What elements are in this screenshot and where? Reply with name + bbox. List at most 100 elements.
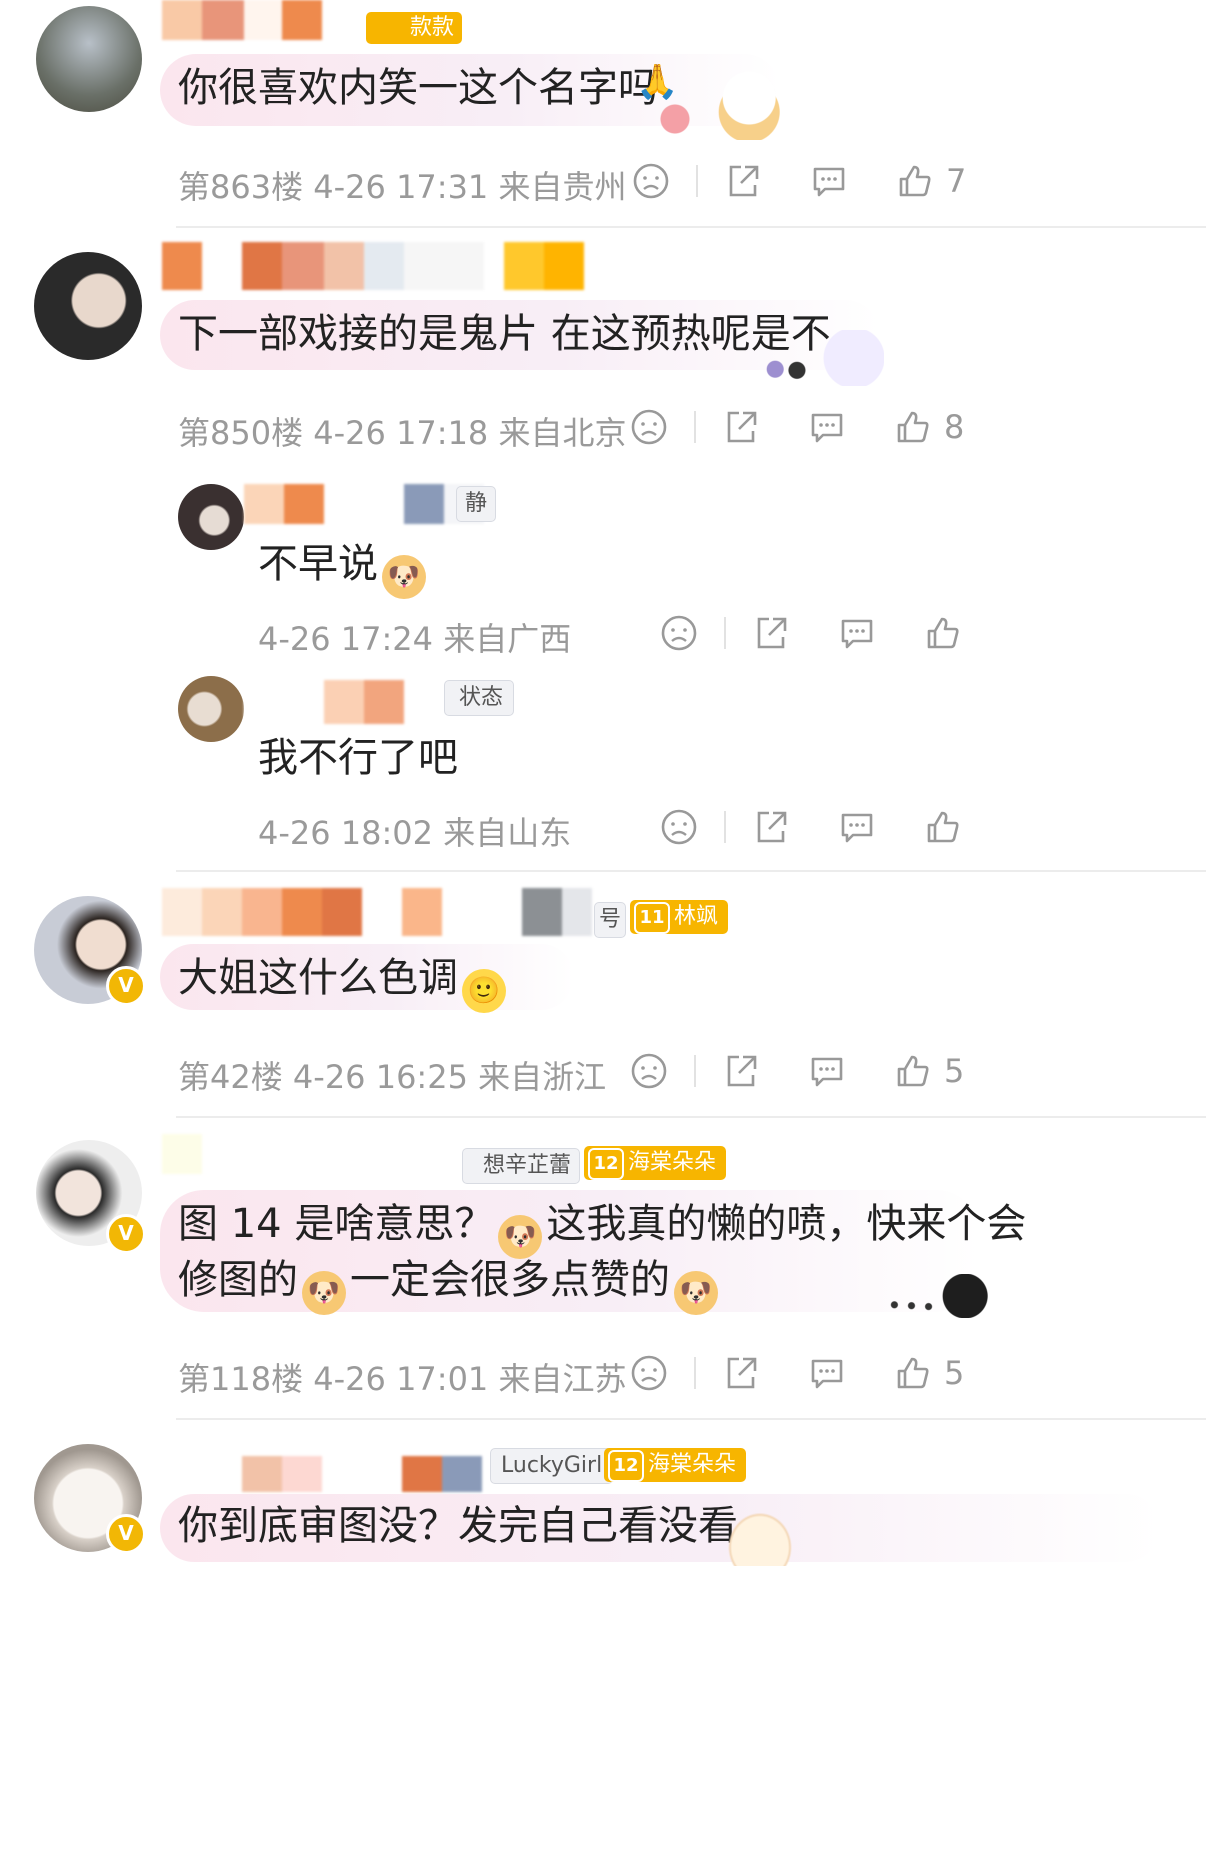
- like-count: 5: [944, 1354, 965, 1392]
- comment-icon[interactable]: [806, 158, 852, 204]
- comment-text-part: 修图的: [178, 1257, 298, 1303]
- username-blurred[interactable]: [162, 1134, 462, 1174]
- user-tag: 想辛芷蕾: [462, 1148, 581, 1184]
- username-blurred[interactable]: [244, 484, 484, 524]
- comment-text: 你到底审图没？发完自己看没看: [178, 1503, 738, 1549]
- dislike-icon[interactable]: [628, 158, 674, 204]
- timestamp: 4-26 17:31: [313, 168, 489, 206]
- reply-meta: 4-26 18:02 来自山东: [258, 808, 571, 854]
- user-tag: LuckyGirl: [490, 1448, 614, 1484]
- timestamp: 4-26 18:02: [258, 814, 434, 852]
- floor-number: 第863楼: [178, 168, 304, 206]
- reply-meta: 4-26 17:24 来自广西: [258, 614, 571, 660]
- floor-number: 第42楼: [178, 1058, 283, 1096]
- user-tag: 静: [456, 486, 497, 522]
- comment-actions: 7: [628, 158, 966, 204]
- comment-meta: 第42楼 4-26 16:25 来自浙江: [178, 1052, 606, 1098]
- fan-level-badge: 12 海棠朵朵: [584, 1146, 727, 1180]
- share-icon[interactable]: [718, 404, 764, 450]
- share-icon[interactable]: [718, 1350, 764, 1396]
- reply-text: 我不行了吧: [258, 735, 458, 781]
- comment-icon[interactable]: [804, 1048, 850, 1094]
- divider: [694, 1357, 696, 1389]
- verified-badge-icon: V: [106, 1514, 146, 1554]
- comment-text: 你很喜欢内笑一这个名字吗: [178, 65, 658, 111]
- share-icon[interactable]: [748, 804, 794, 850]
- fan-level-badge: 12 海棠朵朵: [604, 1448, 747, 1482]
- verified-badge-icon: V: [106, 966, 146, 1006]
- comment-text-part: 一定会很多点赞的: [350, 1257, 670, 1303]
- comment-meta: 第118楼 4-26 17:01 来自江苏: [178, 1354, 626, 1400]
- like-icon[interactable]: [890, 1048, 936, 1094]
- location: 来自贵州: [498, 168, 627, 206]
- timestamp: 4-26 17:01: [313, 1360, 489, 1398]
- share-icon[interactable]: [718, 1048, 764, 1094]
- divider: [176, 870, 1206, 872]
- fan-badge-label: 海棠朵朵: [648, 1452, 737, 1477]
- comment-actions: 5: [626, 1350, 964, 1396]
- username-blurred[interactable]: [242, 1456, 482, 1492]
- like-icon[interactable]: [890, 1350, 936, 1396]
- dislike-icon[interactable]: [626, 1048, 672, 1094]
- avatar[interactable]: [34, 252, 142, 360]
- like-icon[interactable]: [890, 404, 936, 450]
- comment-text-part: 这我真的懒的喷，快来个会: [546, 1201, 1027, 1247]
- floor-number: 第850楼: [178, 414, 304, 452]
- share-icon[interactable]: [748, 610, 794, 656]
- username-blurred[interactable]: [162, 0, 362, 40]
- avatar[interactable]: [36, 6, 142, 112]
- user-tag: 状态: [444, 680, 515, 716]
- comment-icon[interactable]: [834, 804, 880, 850]
- username-blurred[interactable]: [162, 242, 584, 290]
- like-count: 5: [944, 1052, 965, 1090]
- cartoon-sticker-icon: [640, 70, 780, 140]
- like-icon[interactable]: [920, 804, 966, 850]
- comment-actions: 8: [626, 404, 964, 450]
- divider: [724, 811, 726, 843]
- location: 来自北京: [498, 414, 627, 452]
- username-blurred[interactable]: [244, 680, 444, 724]
- location: 来自江苏: [498, 1360, 627, 1398]
- black-cat-sticker-icon: [870, 1274, 992, 1318]
- reply-avatar[interactable]: [178, 484, 244, 550]
- like-count: 8: [944, 408, 965, 446]
- verified-badge-icon: V: [106, 1214, 146, 1254]
- comment-meta: 第863楼 4-26 17:31 来自贵州: [178, 162, 626, 208]
- comment-icon[interactable]: [804, 1350, 850, 1396]
- fan-level-badge: 11 林飒: [630, 900, 729, 934]
- username-blurred[interactable]: [162, 888, 592, 936]
- divider: [724, 617, 726, 649]
- user-tag: 号: [594, 902, 627, 938]
- fan-level: 11: [634, 902, 670, 934]
- comment-icon[interactable]: [804, 404, 850, 450]
- doge-emoji-icon: 🐶: [674, 1271, 718, 1315]
- pixel-bunny-sticker-icon: [748, 330, 884, 386]
- location: 来自广西: [443, 620, 572, 658]
- dislike-icon[interactable]: [626, 404, 672, 450]
- dislike-icon[interactable]: [656, 610, 702, 656]
- comment-text: 大姐这什么色调 🙂: [178, 946, 510, 1013]
- comment-actions: 5: [626, 1048, 964, 1094]
- fan-level: 12: [588, 1148, 624, 1180]
- fan-badge: 款款: [366, 12, 463, 44]
- comment-text: 下一部戏接的是鬼片 在这预热呢是不: [178, 311, 831, 357]
- fan-badge-label: 款款: [410, 15, 455, 40]
- reply-actions: [656, 804, 966, 850]
- comment-meta: 第850楼 4-26 17:18 来自北京: [178, 408, 626, 454]
- doge-emoji-icon: 🐶: [302, 1271, 346, 1315]
- reply-avatar[interactable]: [178, 676, 244, 742]
- timestamp: 4-26 17:18: [313, 414, 489, 452]
- bunny-sticker-icon: [720, 1504, 800, 1566]
- like-icon[interactable]: [892, 158, 938, 204]
- reply-actions: [656, 610, 966, 656]
- doge-emoji-icon: 🐶: [382, 555, 426, 599]
- share-icon[interactable]: [720, 158, 766, 204]
- location: 来自山东: [443, 814, 572, 852]
- comment-icon[interactable]: [834, 610, 880, 656]
- dislike-icon[interactable]: [656, 804, 702, 850]
- reply-text-content: 不早说: [258, 541, 378, 587]
- like-icon[interactable]: [920, 610, 966, 656]
- dislike-icon[interactable]: [626, 1350, 672, 1396]
- like-count: 7: [946, 162, 967, 200]
- fan-badge-label: 海棠朵朵: [628, 1150, 717, 1175]
